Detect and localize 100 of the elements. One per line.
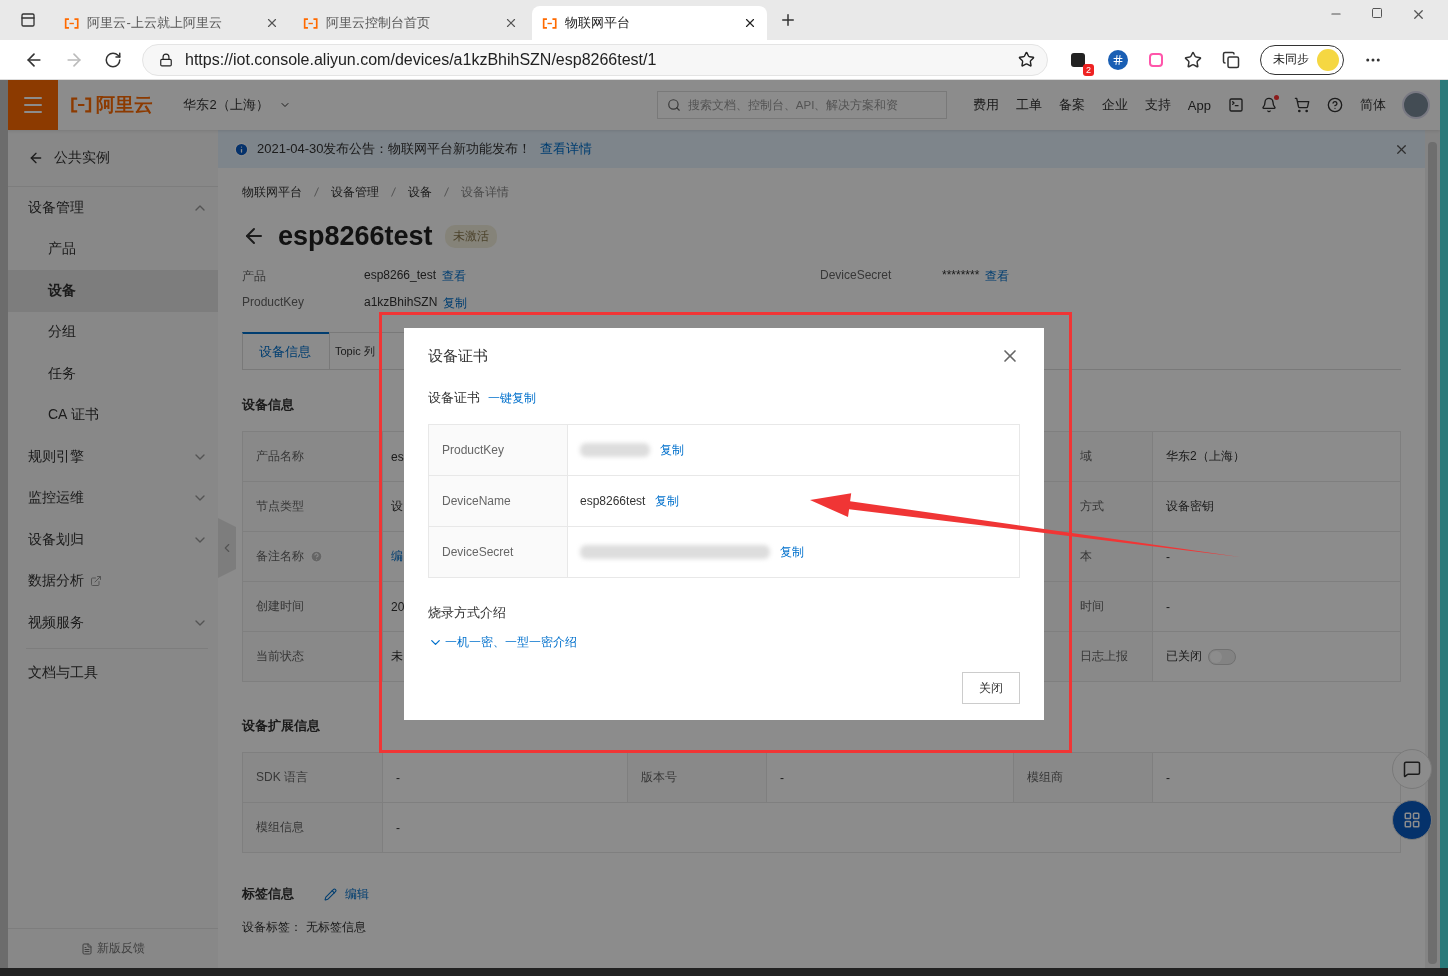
toggle-switch[interactable] [1208,648,1236,665]
sidebar-item[interactable]: 产品 [8,228,218,270]
hashtag-icon[interactable] [1108,49,1128,70]
maximize-icon[interactable] [1371,6,1383,19]
cart-icon[interactable] [1294,97,1310,113]
section-title: 烧录方式介绍 [428,604,507,622]
sidebar-group[interactable]: 设备划归 [8,519,218,561]
copy-all-link[interactable]: 一键复制 [488,389,536,407]
breadcrumb-separator [391,187,396,197]
sidebar-item[interactable]: 任务 [8,353,218,395]
copy-link[interactable]: 复制 [780,543,804,561]
pencil-icon [324,887,337,901]
tab-actions-icon[interactable] [20,12,36,28]
section-title: 设备扩展信息 [242,717,320,735]
section-title: 设备证书 [428,389,480,407]
language-link[interactable]: 简体 [1360,96,1386,114]
info-label: 版本号 [641,769,677,786]
sidebar-group[interactable]: 规则引擎 [8,436,218,478]
search-icon [666,98,681,112]
header-link[interactable]: App [1187,97,1211,113]
info-value: - [1166,549,1170,564]
sidebar-item[interactable]: 文档与工具 [8,652,218,694]
logo-text: 阿里云 [96,93,154,117]
back-icon [28,150,44,166]
copy-link[interactable]: 复制 [655,492,680,510]
logo-icon [70,97,93,113]
sidebar-item[interactable]: 分组 [8,311,218,353]
sidebar-group[interactable]: 监控运维 [8,477,218,519]
help-icon[interactable] [1327,97,1343,113]
scrollbar-thumb[interactable] [1428,142,1437,964]
sidebar-item[interactable]: CA 证书 [8,394,218,436]
breadcrumb-item[interactable]: 物联网平台 [242,183,302,201]
region-selector[interactable]: 华东2（上海） [177,95,297,115]
bell-icon[interactable] [1261,97,1277,113]
field-action-link[interactable]: 查看 [442,268,467,285]
address-field[interactable]: https://iot.console.aliyun.com/devices/a1kzBhihSZN/esp8266test/1 [142,43,1048,76]
field-action-link[interactable]: 复制 [443,295,468,312]
external-link-icon [90,575,102,588]
browser-tab[interactable]: 阿里云控制台首页 [293,6,528,40]
edit-link[interactable]: 编 [391,548,403,565]
field-value: esp8266_test [364,268,437,284]
field-label: ProductKey [242,295,306,311]
header-link[interactable]: 工单 [1015,96,1042,114]
field-value: a1kzBhihSZN [364,295,438,311]
close-icon[interactable] [743,16,757,30]
browser-tab[interactable]: 物联网平台 [532,6,767,40]
field-value: ******** [942,268,980,284]
profile-button[interactable]: 未同步 [1260,44,1344,75]
info-value: - [396,820,400,835]
breadcrumb-item: 设备详情 [461,183,509,201]
detail-tab[interactable]: 设备信息 [242,332,330,369]
info-label: 产品名称 [256,448,304,465]
browser-tab[interactable]: 阿里云-上云就上阿里云 [54,6,289,40]
grid-icon [1403,811,1421,829]
star-icon[interactable] [1018,51,1035,68]
header-link[interactable]: 支持 [1144,96,1171,114]
header-link[interactable]: 费用 [972,96,999,114]
lock-icon [159,52,173,67]
sidebar-item[interactable]: 设备 [8,270,218,312]
header-link[interactable]: 备案 [1058,96,1085,114]
intro-link[interactable]: 一机一密、一型一密介绍 [428,634,1020,651]
reload-icon[interactable] [104,50,122,69]
favicon-icon [542,17,558,29]
close-icon[interactable] [265,16,279,30]
info-label: 域 [1080,448,1092,465]
info-icon [234,141,249,157]
extension-icon[interactable] [1070,51,1086,68]
field-action-link[interactable]: 查看 [985,268,1010,285]
breadcrumb-item[interactable]: 设备 [408,183,432,201]
info-label: 模组商 [1027,769,1063,786]
avatar[interactable] [1402,91,1430,119]
info-value: 华东2（上海） [1166,448,1245,465]
breadcrumb-item[interactable]: 设备管理 [331,183,379,201]
cert-label: DeviceName [442,494,511,508]
breadcrumb-separator [444,187,449,197]
info-label: 节点类型 [256,498,304,515]
info-value: 20 [391,599,405,614]
info-value: 未 [391,648,403,665]
document-icon [81,942,93,955]
info-value: - [396,770,400,785]
sidebar-item[interactable]: 数据分析 [8,560,218,602]
close-icon[interactable] [504,16,518,30]
breadcrumb-separator [314,187,319,197]
info-label: 方式 [1080,498,1104,515]
sidebar-group[interactable]: 设备管理 [8,187,218,229]
info-label: 日志上报 [1080,648,1128,665]
new-tab-icon[interactable] [779,11,797,29]
copy-link[interactable]: 复制 [660,441,684,459]
redacted-value [580,443,650,457]
edit-link[interactable]: 编辑 [345,885,369,903]
notice-link[interactable]: 查看详情 [539,140,592,158]
header-link[interactable]: 企业 [1101,96,1128,114]
close-button[interactable]: 关闭 [962,672,1020,704]
star-list-icon[interactable] [1184,50,1202,69]
terminal-icon[interactable] [1228,97,1244,113]
status-tag: 未激活 [444,224,497,248]
info-label: 本 [1080,548,1092,565]
section-title: 设备信息 [242,396,294,414]
sidebar-group[interactable]: 视频服务 [8,602,218,644]
tab-title: 物联网平台 [565,14,632,32]
